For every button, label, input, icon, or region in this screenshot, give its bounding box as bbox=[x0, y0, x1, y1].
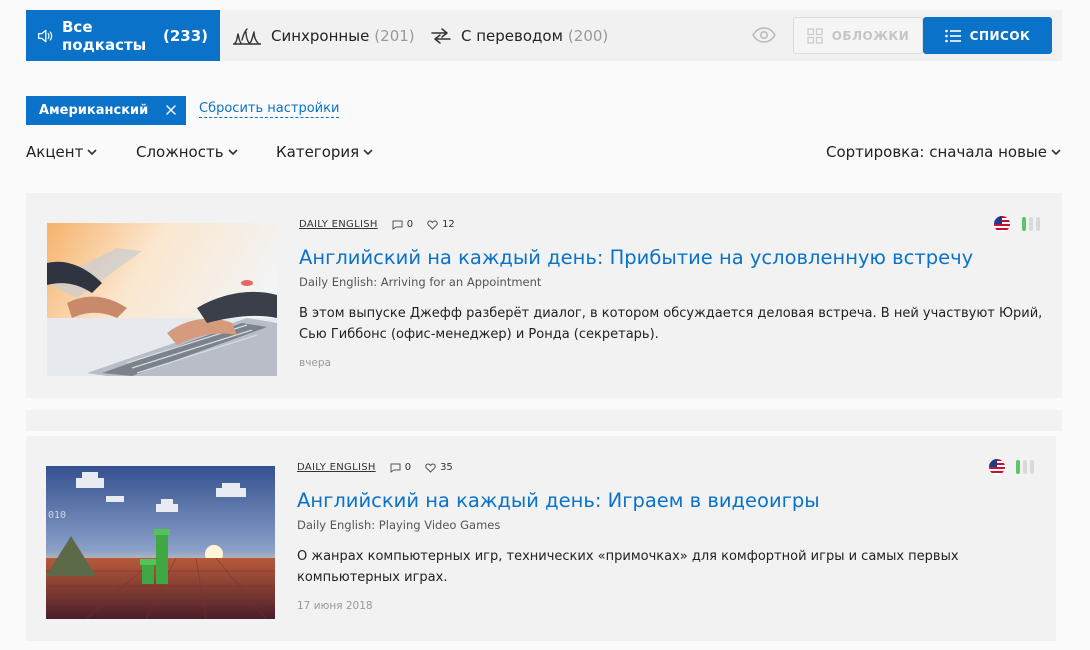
sort-dropdown[interactable]: Сортировка: сначала новые bbox=[826, 143, 1061, 161]
tab-count: (201) bbox=[374, 26, 415, 45]
comment-icon bbox=[392, 220, 403, 230]
list-icon bbox=[944, 29, 961, 42]
podcast-card: DAILY ENGLISH 0 12 Английский на каждый … bbox=[26, 193, 1062, 398]
card-separator bbox=[26, 410, 1062, 431]
podcast-source-link[interactable]: DAILY ENGLISH bbox=[299, 219, 378, 230]
likes-value: 35 bbox=[440, 462, 453, 473]
heart-icon bbox=[427, 219, 438, 230]
laptop-typing-image bbox=[47, 223, 277, 376]
tab-with-translation[interactable]: С переводом (200) bbox=[430, 10, 608, 61]
tab-label: Синхронные bbox=[271, 26, 370, 45]
podcast-filter-bar: Все подкасты (233) Синхронные (201) С пе… bbox=[26, 10, 1062, 61]
view-list-button[interactable]: СПИСОК bbox=[923, 17, 1052, 54]
sync-text-icon bbox=[233, 27, 261, 45]
chevron-down-icon bbox=[87, 148, 97, 155]
tab-count: (200) bbox=[567, 26, 609, 45]
us-flag-icon bbox=[989, 459, 1005, 475]
dropdown-label: Сложность bbox=[136, 143, 224, 161]
heart-icon bbox=[425, 462, 436, 473]
dropdown-label: Категория bbox=[276, 143, 360, 161]
close-icon[interactable] bbox=[165, 104, 177, 116]
dropdown-label: Акцент bbox=[26, 143, 84, 161]
chevron-down-icon bbox=[227, 148, 238, 155]
comments-value: 0 bbox=[404, 462, 412, 473]
podcast-title-link[interactable]: Английский на каждый день: Прибытие на у… bbox=[299, 246, 973, 269]
podcast-thumbnail[interactable] bbox=[47, 223, 277, 376]
podcast-card: 010 DAILY ENGLISH 0 35 Английский на каж… bbox=[26, 436, 1056, 641]
likes-count: 35 bbox=[425, 462, 453, 473]
tab-synchronous[interactable]: Синхронные (201) bbox=[232, 10, 415, 61]
comments-count: 0 bbox=[392, 219, 413, 230]
podcast-meta: DAILY ENGLISH 0 35 bbox=[297, 462, 467, 473]
level-bar bbox=[1030, 460, 1034, 474]
podcast-description: В этом выпуске Джефф разберёт диалог, в … bbox=[299, 306, 1043, 342]
podcast-meta: DAILY ENGLISH 0 12 bbox=[299, 219, 469, 230]
tab-count: (233) bbox=[162, 26, 208, 45]
podcast-date: 17 июня 2018 bbox=[297, 600, 373, 612]
speaker-icon bbox=[37, 29, 53, 42]
podcast-date: вчера bbox=[299, 357, 331, 369]
level-bar bbox=[1022, 217, 1026, 231]
svg-text:010: 010 bbox=[48, 510, 66, 521]
video-game-image: 010 bbox=[46, 466, 275, 619]
podcast-title-link[interactable]: Английский на каждый день: Играем в виде… bbox=[297, 489, 820, 512]
podcast-subtitle: Daily English: Playing Video Games bbox=[297, 518, 501, 532]
view-covers-label: ОБЛОЖКИ bbox=[831, 28, 910, 43]
chevron-down-icon bbox=[1051, 148, 1061, 155]
level-bar bbox=[1016, 460, 1020, 474]
category-dropdown[interactable]: Категория bbox=[276, 143, 373, 161]
level-bar bbox=[1023, 460, 1027, 474]
difficulty-level-indicator bbox=[1013, 460, 1034, 474]
grid-icon bbox=[807, 27, 823, 44]
dropdown-label: Сортировка: сначала новые bbox=[825, 143, 1047, 161]
eye-icon[interactable] bbox=[752, 26, 776, 44]
tab-label: С переводом bbox=[461, 26, 563, 45]
podcast-subtitle: Daily English: Arriving for an Appointme… bbox=[299, 275, 542, 289]
likes-count: 12 bbox=[427, 219, 455, 230]
chip-label: Американский bbox=[39, 103, 149, 118]
podcast-thumbnail[interactable]: 010 bbox=[46, 466, 275, 619]
us-flag-icon bbox=[994, 216, 1010, 232]
view-list-label: СПИСОК bbox=[969, 28, 1031, 43]
level-bar bbox=[1036, 217, 1040, 231]
view-covers-button[interactable]: ОБЛОЖКИ bbox=[793, 17, 923, 54]
translate-arrows-icon bbox=[431, 27, 451, 44]
chevron-down-icon bbox=[363, 148, 373, 155]
accent-filter-chip: Американский bbox=[26, 96, 186, 125]
difficulty-dropdown[interactable]: Сложность bbox=[136, 143, 238, 161]
level-bar bbox=[1029, 217, 1033, 231]
accent-dropdown[interactable]: Акцент bbox=[26, 143, 97, 161]
comments-count: 0 bbox=[390, 462, 411, 473]
podcast-description: О жанрах компьютерных игр, технических «… bbox=[297, 549, 959, 585]
comments-value: 0 bbox=[406, 219, 414, 230]
likes-value: 12 bbox=[442, 219, 455, 230]
tab-all-podcasts[interactable]: Все подкасты (233) bbox=[26, 10, 220, 61]
comment-icon bbox=[390, 463, 401, 473]
difficulty-level-indicator bbox=[1019, 217, 1040, 231]
tab-label: Все подкасты bbox=[62, 17, 147, 54]
reset-filters-link[interactable]: Сбросить настройки bbox=[199, 101, 340, 118]
podcast-source-link[interactable]: DAILY ENGLISH bbox=[297, 462, 376, 473]
